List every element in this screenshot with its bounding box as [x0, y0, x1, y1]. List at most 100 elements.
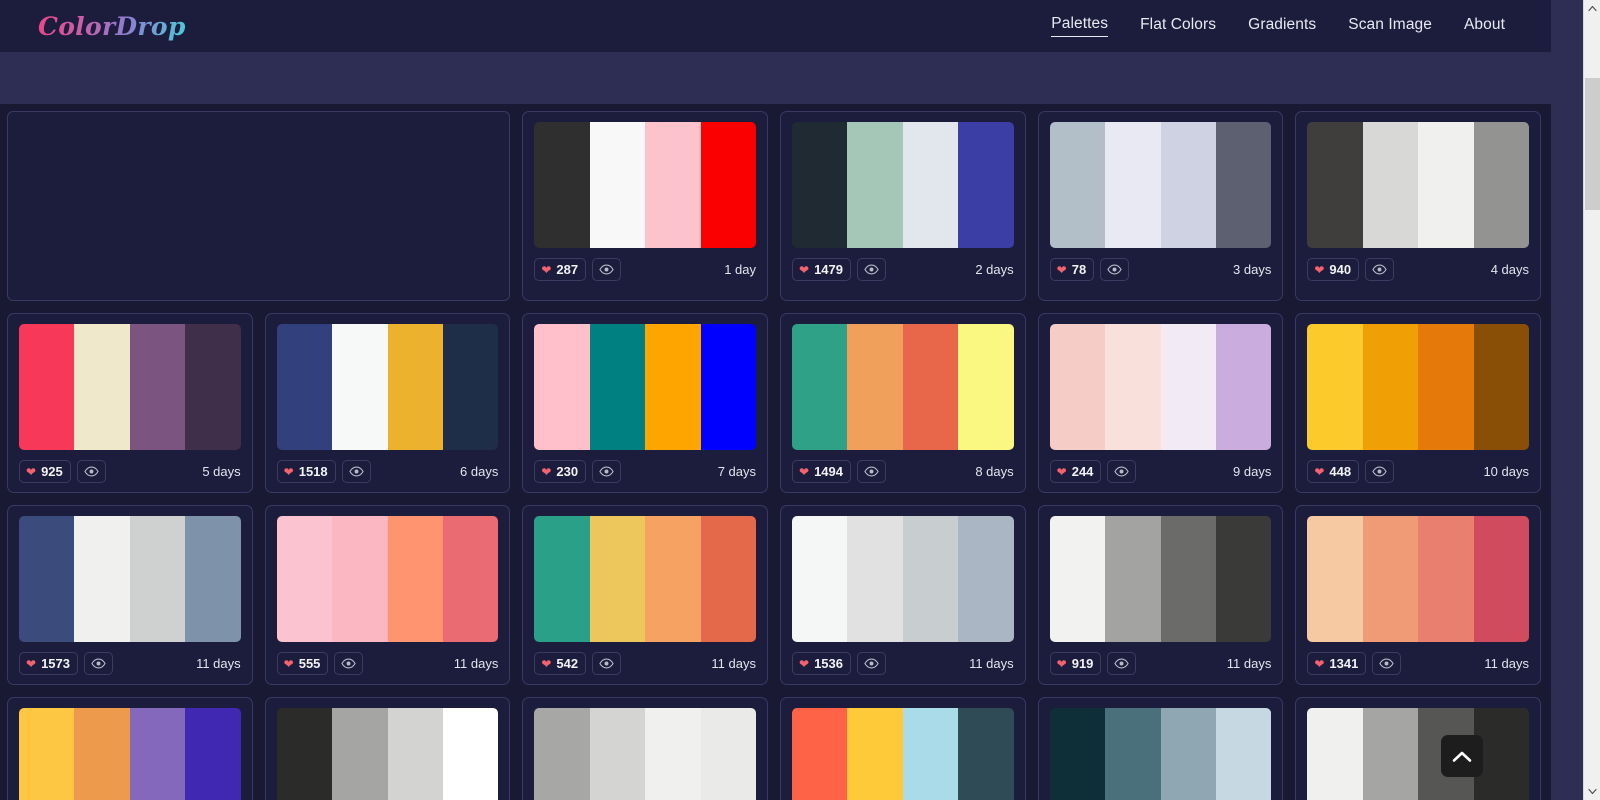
color-swatch[interactable] — [19, 708, 75, 800]
palette-swatch-strip[interactable] — [792, 324, 1014, 450]
color-swatch[interactable] — [1105, 516, 1161, 642]
like-button[interactable]: ❤ 542 — [534, 652, 587, 675]
palette-swatch-strip[interactable] — [19, 516, 241, 642]
like-button[interactable]: ❤ 1479 — [792, 258, 851, 281]
color-swatch[interactable] — [792, 708, 848, 800]
color-swatch[interactable] — [1160, 122, 1216, 248]
color-swatch[interactable] — [1362, 324, 1419, 450]
preview-button[interactable] — [76, 460, 106, 483]
palette-swatch-strip[interactable] — [276, 516, 499, 642]
palette-swatch-strip[interactable] — [792, 122, 1014, 248]
color-swatch[interactable] — [185, 516, 241, 642]
color-swatch[interactable] — [1105, 122, 1161, 248]
like-button[interactable]: ❤ 244 — [1049, 460, 1102, 483]
color-swatch[interactable] — [847, 122, 903, 248]
color-swatch[interactable] — [1307, 516, 1363, 642]
color-swatch[interactable] — [1418, 122, 1474, 248]
preview-button[interactable] — [1107, 652, 1137, 675]
scroll-to-top-button[interactable] — [1441, 735, 1483, 777]
like-button[interactable]: ❤ 925 — [19, 460, 71, 483]
color-swatch[interactable] — [1215, 324, 1272, 450]
palette-swatch-strip[interactable] — [534, 708, 756, 800]
like-button[interactable]: ❤ 555 — [276, 652, 329, 675]
color-swatch[interactable] — [645, 708, 701, 800]
color-swatch[interactable] — [1307, 324, 1363, 450]
preview-button[interactable] — [856, 460, 886, 483]
color-swatch[interactable] — [185, 708, 241, 800]
like-button[interactable]: ❤ 1573 — [19, 652, 78, 675]
preview-button[interactable] — [1365, 460, 1395, 483]
like-button[interactable]: ❤ 1494 — [792, 460, 851, 483]
like-button[interactable]: ❤ 230 — [534, 460, 587, 483]
vertical-scrollbar[interactable] — [1583, 0, 1600, 800]
like-button[interactable]: ❤ 1536 — [792, 652, 851, 675]
color-swatch[interactable] — [19, 324, 75, 450]
palette-swatch-strip[interactable] — [1049, 122, 1272, 248]
preview-button[interactable] — [856, 652, 886, 675]
color-swatch[interactable] — [1418, 324, 1474, 450]
color-swatch[interactable] — [792, 122, 848, 248]
palette-card[interactable]: ❤ 1494 8 days — [780, 313, 1026, 493]
color-swatch[interactable] — [700, 122, 756, 248]
color-swatch[interactable] — [847, 324, 903, 450]
palette-card[interactable]: ❤ 78 3 days — [1037, 111, 1284, 301]
like-button[interactable]: ❤ 78 — [1049, 258, 1095, 281]
color-swatch[interactable] — [129, 708, 186, 800]
palette-swatch-strip[interactable] — [534, 324, 756, 450]
color-swatch[interactable] — [700, 516, 756, 642]
palette-card[interactable]: ❤ 1573 11 days — [7, 505, 253, 685]
color-swatch[interactable] — [276, 324, 333, 450]
color-swatch[interactable] — [847, 516, 903, 642]
nav-link-flat-colors[interactable]: Flat Colors — [1140, 16, 1216, 37]
color-swatch[interactable] — [534, 122, 590, 248]
color-swatch[interactable] — [387, 708, 443, 800]
color-swatch[interactable] — [1362, 708, 1419, 800]
color-swatch[interactable] — [1307, 708, 1363, 800]
color-swatch[interactable] — [902, 122, 959, 248]
color-swatch[interactable] — [332, 516, 388, 642]
color-swatch[interactable] — [589, 708, 646, 800]
color-swatch[interactable] — [902, 708, 959, 800]
color-swatch[interactable] — [129, 516, 186, 642]
preview-button[interactable] — [341, 460, 371, 483]
palette-card[interactable]: ❤ 1518 6 days — [264, 313, 511, 493]
site-logo[interactable]: ColorDrop — [38, 12, 186, 41]
palette-card[interactable]: ❤ 555 11 days — [264, 505, 511, 685]
preview-button[interactable] — [1365, 258, 1395, 281]
palette-swatch-strip[interactable] — [534, 516, 756, 642]
color-swatch[interactable] — [1160, 324, 1216, 450]
preview-button[interactable] — [592, 460, 622, 483]
color-swatch[interactable] — [958, 708, 1014, 800]
color-swatch[interactable] — [74, 516, 130, 642]
color-swatch[interactable] — [1473, 122, 1529, 248]
color-swatch[interactable] — [74, 324, 130, 450]
preview-button[interactable] — [1107, 460, 1137, 483]
color-swatch[interactable] — [185, 324, 241, 450]
color-swatch[interactable] — [1362, 516, 1419, 642]
palette-card[interactable]: ❤ 919 11 days — [1037, 505, 1284, 685]
palette-swatch-strip[interactable] — [792, 708, 1014, 800]
scrollbar-thumb[interactable] — [1585, 78, 1600, 210]
color-swatch[interactable] — [74, 708, 130, 800]
palette-swatch-strip[interactable] — [276, 324, 499, 450]
color-swatch[interactable] — [902, 324, 959, 450]
color-swatch[interactable] — [958, 324, 1014, 450]
color-swatch[interactable] — [589, 122, 646, 248]
palette-card[interactable]: ❤ 230 7 days — [522, 313, 768, 493]
color-swatch[interactable] — [1049, 324, 1106, 450]
color-swatch[interactable] — [387, 324, 443, 450]
color-swatch[interactable] — [958, 516, 1014, 642]
preview-button[interactable] — [1372, 652, 1402, 675]
palette-card[interactable] — [264, 697, 511, 800]
color-swatch[interactable] — [1215, 122, 1272, 248]
color-swatch[interactable] — [276, 708, 333, 800]
palette-card[interactable] — [1295, 697, 1541, 800]
palette-swatch-strip[interactable] — [1307, 708, 1529, 800]
preview-button[interactable] — [334, 652, 364, 675]
color-swatch[interactable] — [1160, 516, 1216, 642]
palette-card[interactable]: ❤ 542 11 days — [522, 505, 768, 685]
color-swatch[interactable] — [645, 122, 701, 248]
palette-swatch-strip[interactable] — [1307, 122, 1529, 248]
palette-card[interactable]: ❤ 925 5 days — [7, 313, 253, 493]
preview-button[interactable] — [1100, 258, 1130, 281]
